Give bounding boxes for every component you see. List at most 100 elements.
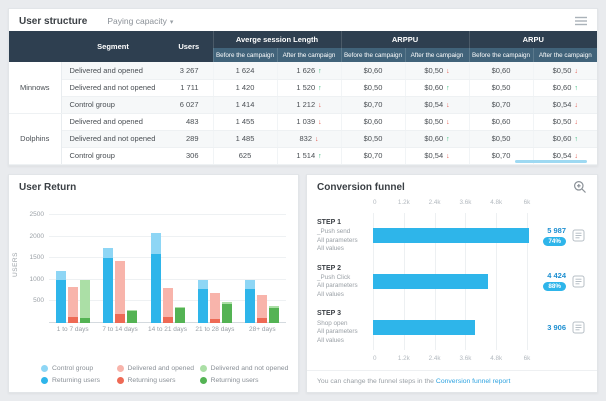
before-campaign-cell: 1 485 [213, 130, 277, 147]
before-campaign-header: Before the campaign [469, 48, 533, 62]
stacked-bar-control-group[interactable] [151, 233, 161, 323]
stacked-bar-delivered-and-not-opened[interactable] [222, 302, 232, 323]
step-value-column: 5 98774% [529, 226, 569, 246]
y-axis-label: USERS [12, 252, 19, 277]
stacked-bar-delivered-and-not-opened[interactable] [80, 280, 90, 323]
bar-group [191, 211, 238, 323]
stacked-bar-delivered-and-opened[interactable] [257, 295, 267, 323]
before-campaign-cell: $0,60 [469, 113, 533, 130]
funnel-steps: STEP 1_Push sendAll parametersAll values… [317, 213, 587, 350]
panel-menu-icon[interactable] [575, 16, 587, 26]
trend-down-icon: ↓ [446, 102, 450, 109]
x-axis-label: 14 to 21 days [144, 326, 191, 333]
after-campaign-header: After the campaign [277, 48, 341, 62]
legend-item[interactable]: Returning users [41, 377, 117, 384]
step-name: Shop open [317, 320, 373, 329]
stacked-bar-control-group[interactable] [56, 271, 66, 323]
after-campaign-cell: 1 626↑ [277, 62, 341, 79]
stacked-bar-delivered-and-opened[interactable] [210, 293, 220, 323]
funnel-bar[interactable] [373, 320, 475, 335]
trend-up-icon: ↑ [318, 68, 322, 75]
after-campaign-cell: 832↓ [277, 130, 341, 147]
stacked-bar-control-group[interactable] [103, 248, 113, 323]
report-icon[interactable] [569, 275, 587, 288]
legend-item[interactable]: Delivered and not opened [200, 365, 294, 372]
x-axis-tick: 6k [524, 199, 531, 206]
after-campaign-cell: $0,60↑ [533, 79, 597, 96]
chart-title: Conversion funnel [317, 182, 405, 193]
report-icon[interactable] [569, 229, 587, 242]
conversion-funnel-report-link[interactable]: Conversion funnel report [436, 378, 510, 385]
stacked-bar-delivered-and-not-opened[interactable] [269, 306, 279, 323]
after-campaign-cell: $0,60↑ [533, 130, 597, 147]
stacked-bar-control-group[interactable] [198, 280, 208, 323]
corner-header [9, 31, 61, 62]
funnel-bar[interactable] [373, 228, 529, 243]
legend-dot [200, 377, 207, 384]
before-campaign-cell: $0,60 [469, 62, 533, 79]
legend-item[interactable]: Delivered and opened [117, 365, 200, 372]
stacked-bar-delivered-and-opened[interactable] [115, 261, 125, 323]
returning-users-segment [163, 317, 173, 323]
table-row: Control group3066251 514↑$0,70$0,54↓$0,7… [9, 147, 597, 164]
table-row: MinnowsDelivered and opened3 2671 6241 6… [9, 62, 597, 79]
funnel-bar[interactable] [373, 274, 488, 289]
legend-dot [200, 365, 207, 372]
after-campaign-header: After the campaign [533, 48, 597, 62]
after-campaign-header: After the campaign [405, 48, 469, 62]
before-campaign-cell: 1 420 [213, 79, 277, 96]
stacked-bar-delivered-and-not-opened[interactable] [127, 310, 137, 323]
funnel-bar-track [373, 320, 529, 335]
horizontal-scrollbar[interactable] [515, 160, 587, 163]
legend-item[interactable]: Returning users [117, 377, 200, 384]
users-cell: 3 267 [165, 62, 213, 79]
legend-item[interactable]: Returning users [200, 377, 294, 384]
x-axis-tick: 1.2k [398, 355, 410, 362]
segment-cell: Delivered and opened [61, 113, 165, 130]
step-info: STEP 3Shop openAll parametersAll values [317, 309, 373, 345]
trend-up-icon: ↑ [574, 136, 578, 143]
paying-capacity-label: Paying capacity [107, 16, 167, 26]
paying-capacity-dropdown[interactable]: Paying capacity▾ [107, 16, 173, 26]
x-axis-label: 1 to 7 days [49, 326, 96, 333]
bar-group [96, 211, 143, 323]
stacked-bar-delivered-and-opened[interactable] [68, 287, 78, 323]
report-icon[interactable] [569, 321, 587, 334]
funnel-axis-bottom: 01.2k2.4k3.6k4.8k6k [373, 355, 527, 364]
funnel-step-row: STEP 3Shop openAll parametersAll values3… [317, 309, 587, 345]
x-axis-tick: 1.2k [398, 199, 410, 206]
stacked-bar-delivered-and-not-opened[interactable] [175, 307, 185, 323]
conversion-funnel-header: Conversion funnel [307, 175, 597, 197]
x-axis-label: 7 to 14 days [96, 326, 143, 333]
x-axis-tick: 2.4k [429, 199, 441, 206]
trend-up-icon: ↑ [318, 153, 322, 160]
step-value-column: 3 906 [529, 323, 569, 332]
x-axis-tick: 2.4k [429, 355, 441, 362]
stacked-bar-delivered-and-opened[interactable] [163, 288, 173, 323]
x-axis-tick: 0 [373, 355, 377, 362]
segment-group-name: Minnows [9, 62, 61, 113]
user-structure-header: User structure Paying capacity▾ [9, 9, 597, 31]
returning-users-segment [151, 254, 161, 323]
legend-label: Returning users [211, 377, 259, 384]
trend-up-icon: ↑ [318, 85, 322, 92]
table-row: Control group6 0271 4141 212↓$0,70$0,54↓… [9, 96, 597, 113]
user-return-header: User Return [9, 175, 298, 197]
after-campaign-cell: $0,54↓ [533, 96, 597, 113]
before-campaign-cell: 1 455 [213, 113, 277, 130]
zoom-icon[interactable] [573, 180, 587, 194]
conversion-funnel-panel: Conversion funnel 01.2k2.4k3.6k4.8k6k ST… [306, 174, 598, 393]
stacked-bar-control-group[interactable] [245, 280, 255, 323]
y-axis-tick: 1500 [30, 254, 44, 261]
bar-group [239, 211, 286, 323]
returning-users-segment [68, 317, 78, 323]
segment-cell: Control group [61, 96, 165, 113]
after-campaign-cell: $0,50↓ [533, 113, 597, 130]
trend-down-icon: ↓ [574, 102, 578, 109]
table-row: DolphinsDelivered and opened4831 4551 03… [9, 113, 597, 130]
legend-label: Delivered and not opened [211, 365, 289, 372]
user-return-chart: 1 to 7 days7 to 14 days14 to 21 days21 t… [49, 211, 286, 323]
legend-item[interactable]: Control group [41, 365, 117, 372]
legend-dot [41, 377, 48, 384]
step-label: STEP 3 [317, 309, 373, 318]
